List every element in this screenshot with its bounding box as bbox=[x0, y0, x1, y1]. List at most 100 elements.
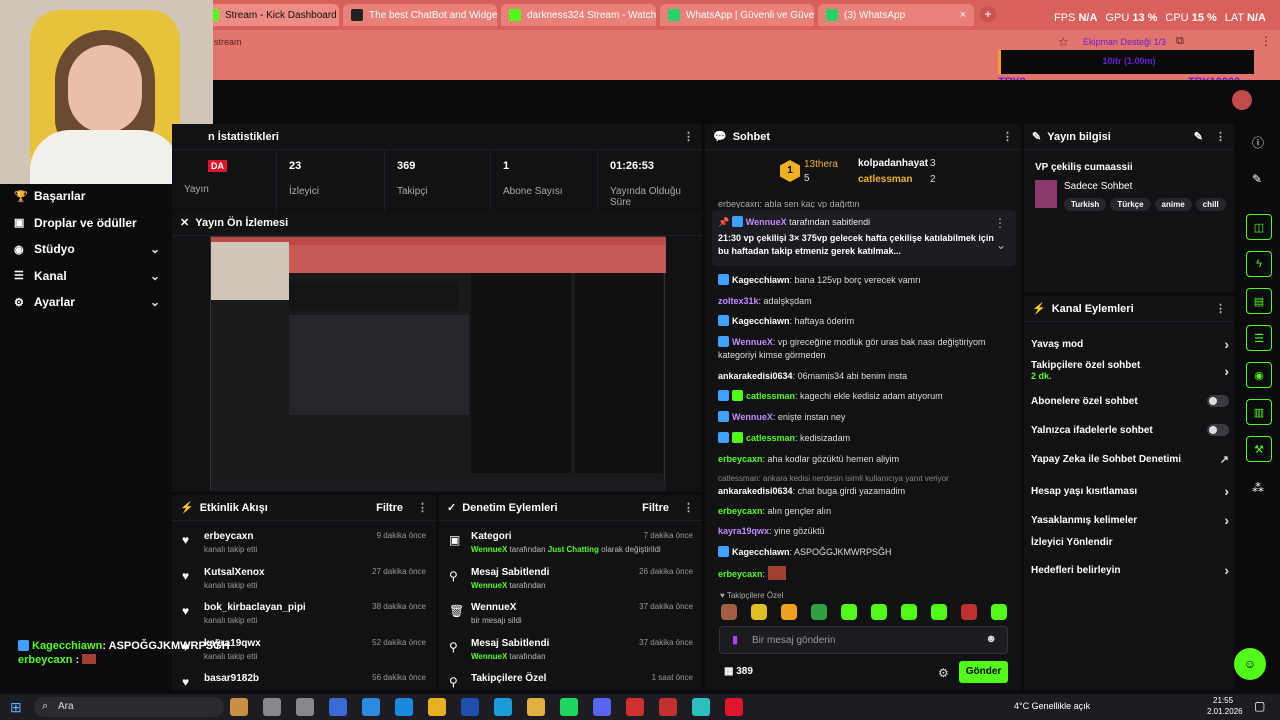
emote-button[interactable] bbox=[781, 604, 797, 620]
stats-menu-icon[interactable]: ⋮ bbox=[683, 130, 694, 143]
weather-text[interactable]: 4°C Genellikle açık bbox=[1014, 701, 1090, 711]
external-link-icon[interactable]: ↗ bbox=[1220, 453, 1229, 466]
list-item[interactable]: ▣ Kategori WennueX tarafından Just Chattin… bbox=[449, 531, 693, 565]
moderation-menu-icon[interactable]: ⋮ bbox=[683, 501, 694, 514]
chat-username[interactable]: erbeycaxn bbox=[718, 506, 763, 516]
taskbar-app-icon[interactable] bbox=[263, 698, 281, 716]
emote-button[interactable] bbox=[991, 604, 1007, 620]
channel-action[interactable]: Yalnızca ifadelerle sohbet bbox=[1031, 424, 1229, 436]
chat-message[interactable]: Kagecchiawn: haftaya öderim bbox=[718, 315, 1008, 328]
rail-button-chat[interactable]: ☰ bbox=[1246, 325, 1272, 351]
chat-username[interactable]: ankarakedisi0634 bbox=[718, 371, 793, 381]
menu-icon[interactable]: ⋮ bbox=[1260, 34, 1272, 48]
pinned-message[interactable]: 📌 WennueX tarafından sabitlendi 21:30 vp… bbox=[712, 210, 1016, 266]
sidebar-item[interactable]: 🏆 Başarılar bbox=[14, 189, 160, 203]
chat-username[interactable]: erbeycaxn bbox=[718, 569, 763, 579]
extensions-icon[interactable]: ⧉ bbox=[1176, 35, 1184, 48]
expand-chevron-icon[interactable]: ⌄ bbox=[996, 238, 1006, 252]
chat-message[interactable]: erbeycaxn: bbox=[718, 566, 1008, 581]
actions-menu-icon[interactable]: ⋮ bbox=[1215, 302, 1226, 315]
activity-user[interactable]: erbeycaxn bbox=[204, 531, 253, 542]
chat-message[interactable]: ankarakedisi0634: 06mamis34 abi benim in… bbox=[718, 370, 1008, 383]
bookmark-link[interactable]: Ekipman Desteği 1/3 bbox=[1083, 37, 1166, 47]
taskbar-app-icon[interactable] bbox=[395, 698, 413, 716]
sidebar-item[interactable]: ⚙ Ayarlar ⌄ bbox=[14, 295, 160, 309]
avatar[interactable] bbox=[1232, 90, 1252, 110]
taskbar-app-icon[interactable] bbox=[692, 698, 710, 716]
emote-button[interactable] bbox=[811, 604, 827, 620]
list-item[interactable]: ⚲ Mesaj Sabitlendi WennueX tarafından 37 da… bbox=[449, 638, 693, 672]
taskbar-app-icon[interactable] bbox=[560, 698, 578, 716]
taskbar-app-icon[interactable] bbox=[230, 698, 248, 716]
chat-message[interactable]: Kagecchiawn: bana 125vp borç verecek vam… bbox=[718, 274, 1008, 287]
emoji-icon[interactable]: ☻ bbox=[985, 633, 997, 645]
notification-icon[interactable]: ▢ bbox=[1254, 699, 1265, 713]
channel-action[interactable]: İzleyici Yönlendir bbox=[1031, 537, 1229, 548]
stream-tag[interactable]: anime bbox=[1154, 198, 1192, 211]
taskbar-app-icon[interactable] bbox=[626, 698, 644, 716]
sidebar-item[interactable]: ▣ Droplar ve ödüller bbox=[14, 216, 160, 230]
taskbar-app-icon[interactable] bbox=[296, 698, 314, 716]
chat-username[interactable]: Kagecchiawn bbox=[732, 316, 790, 326]
sidebar-item[interactable]: ☰ Kanal ⌄ bbox=[14, 269, 160, 283]
channel-action[interactable]: Takipçilere özel sohbet 2 dk. › bbox=[1031, 360, 1229, 381]
emote-button[interactable] bbox=[751, 604, 767, 620]
browser-tab[interactable]: WhatsApp | Güvenli ve Güvenil× bbox=[660, 4, 814, 26]
windows-start-icon[interactable]: ⊞ bbox=[10, 699, 22, 716]
chevron-down-icon[interactable]: ⌄ bbox=[150, 295, 160, 309]
chat-username[interactable]: WennueX bbox=[732, 412, 773, 422]
taskbar-search[interactable]: ⌕ Ara bbox=[34, 697, 224, 717]
stream-tag[interactable]: Turkish bbox=[1064, 198, 1107, 211]
rail-button-flash[interactable]: ϟ bbox=[1246, 251, 1272, 277]
taskbar-app-icon[interactable] bbox=[593, 698, 611, 716]
chat-username[interactable]: ankarakedisi0634 bbox=[718, 486, 793, 496]
bookmark-star-icon[interactable]: ☆ bbox=[1058, 35, 1069, 49]
chat-username[interactable]: Kagecchiawn bbox=[732, 275, 790, 285]
new-tab-button[interactable]: + bbox=[980, 6, 996, 22]
chat-username[interactable]: erbeycaxn bbox=[718, 454, 763, 464]
chevron-right-icon[interactable]: › bbox=[1224, 483, 1229, 499]
chat-input[interactable]: ▮ Bir mesaj gönderin ☻ bbox=[719, 626, 1008, 654]
chat-username[interactable]: kayra19qwx bbox=[718, 526, 769, 536]
rail-button-tools[interactable]: ⚒ bbox=[1246, 436, 1272, 462]
rail-button-clip[interactable]: ◫ bbox=[1246, 214, 1272, 240]
activity-user[interactable]: basar9182b bbox=[204, 673, 259, 684]
category-name[interactable]: Sadece Sohbet bbox=[1064, 181, 1132, 192]
edit-icon[interactable]: ✎ bbox=[1194, 130, 1203, 143]
toggle-switch[interactable] bbox=[1207, 395, 1229, 407]
taskbar-app-icon[interactable] bbox=[329, 698, 347, 716]
rail-more-icon[interactable]: ⁂ bbox=[1252, 481, 1264, 495]
points-display[interactable]: ▦ 389 bbox=[724, 666, 753, 677]
taskbar-app-icon[interactable] bbox=[428, 698, 446, 716]
info-rail-icon[interactable]: ⓘ bbox=[1252, 134, 1264, 151]
stream-tag[interactable]: Türkçe bbox=[1110, 198, 1151, 211]
stream-preview-video[interactable] bbox=[210, 236, 666, 491]
chat-message[interactable]: erbeycaxn: alın gençler alın bbox=[718, 505, 1008, 518]
chevron-right-icon[interactable]: › bbox=[1224, 562, 1229, 578]
chat-message[interactable]: catlessman: ankara kedisi nerdesin isiml… bbox=[718, 472, 1008, 498]
chat-username[interactable]: catlessman bbox=[746, 433, 795, 443]
chevron-right-icon[interactable]: › bbox=[1224, 363, 1229, 379]
chat-message[interactable]: zoltex31k: adalşkşdam bbox=[718, 295, 1008, 308]
toggle-switch[interactable] bbox=[1207, 424, 1229, 436]
pinned-menu-icon[interactable]: ⋮ bbox=[994, 216, 1006, 230]
rail-button-layout[interactable]: ▥ bbox=[1246, 399, 1272, 425]
clock-date[interactable]: 2.01.2026 bbox=[1207, 707, 1243, 716]
emote-button[interactable] bbox=[841, 604, 857, 620]
rail-button-broadcast[interactable]: ◉ bbox=[1246, 362, 1272, 388]
channel-action[interactable]: Hesap yaşı kısıtlaması › bbox=[1031, 483, 1229, 499]
channel-action[interactable]: Abonelere özel sohbet bbox=[1031, 395, 1229, 407]
pencil-rail-icon[interactable]: ✎ bbox=[1252, 172, 1262, 186]
browser-tab[interactable]: (3) WhatsApp × bbox=[818, 4, 974, 26]
chat-username[interactable]: catlessman bbox=[746, 391, 795, 401]
browser-tab[interactable]: darkness324 Stream - Watch L× bbox=[501, 4, 656, 26]
taskbar-app-icon[interactable] bbox=[461, 698, 479, 716]
moderation-user[interactable]: WennueX bbox=[471, 652, 507, 661]
chevron-down-icon[interactable]: ⌄ bbox=[150, 269, 160, 283]
taskbar-app-icon[interactable] bbox=[494, 698, 512, 716]
chevron-right-icon[interactable]: › bbox=[1224, 512, 1229, 528]
activity-menu-icon[interactable]: ⋮ bbox=[417, 501, 428, 514]
tab-close-icon[interactable]: × bbox=[954, 9, 966, 21]
moderation-user[interactable]: WennueX bbox=[471, 581, 507, 590]
activity-filter-button[interactable]: Filtre bbox=[376, 502, 403, 514]
